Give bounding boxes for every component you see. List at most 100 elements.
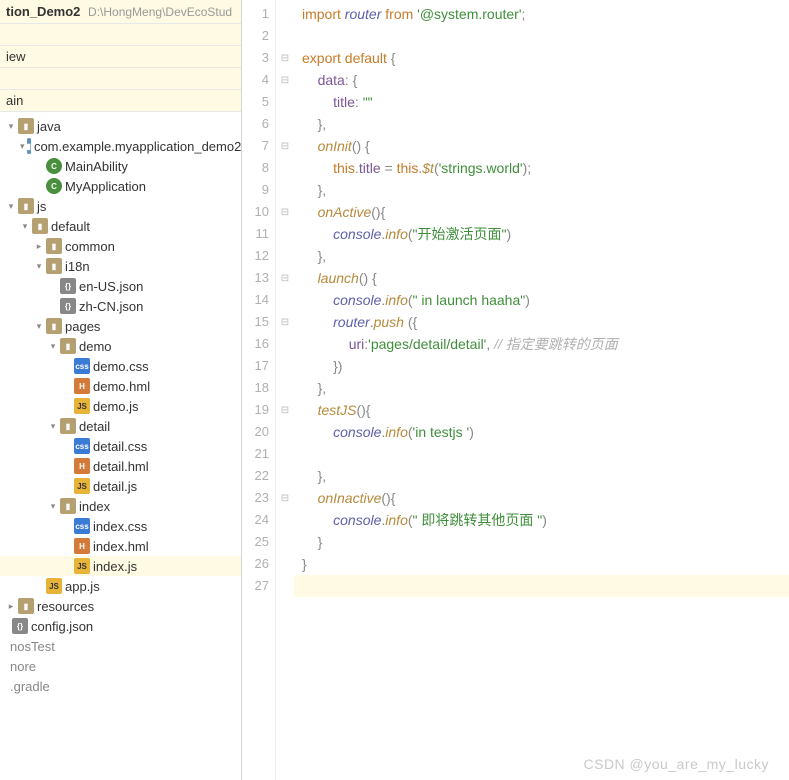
line-number: 13 [242,267,275,289]
code-line[interactable]: import router from '@system.router'; [294,3,789,25]
tree-node[interactable]: ▾▮js [0,196,241,216]
tree-node[interactable]: ▸▮resources [0,596,241,616]
tree-node[interactable]: nosTest [0,636,241,656]
tree-node[interactable]: .gradle [0,676,241,696]
tree-node[interactable]: Hdetail.hml [0,456,241,476]
chevron-down-icon[interactable]: ▾ [34,261,44,272]
tree-node-label: en-US.json [79,279,143,294]
tree-node[interactable]: ▾▮com.example.myapplication_demo2 [0,136,241,156]
tree-node[interactable]: ▾▮demo [0,336,241,356]
sidebar-section-row[interactable] [0,68,241,90]
tree-node-label: nore [10,659,36,674]
folder-icon: ▮ [32,218,48,234]
tree-node[interactable]: ▾▮detail [0,416,241,436]
code-line[interactable]: }, [294,245,789,267]
line-number: 15 [242,311,275,333]
fold-handle[interactable]: ⊟ [276,311,294,333]
code-line[interactable]: }) [294,355,789,377]
js-icon: JS [74,398,90,414]
tree-node-label: common [65,239,115,254]
fold-handle [276,157,294,179]
fold-handle[interactable]: ⊟ [276,487,294,509]
fold-handle[interactable]: ⊟ [276,69,294,91]
chevron-down-icon[interactable]: ▾ [20,221,30,232]
code-line[interactable]: onInit() { [294,135,789,157]
code-area[interactable]: import router from '@system.router'; expo… [294,0,789,780]
line-number: 10 [242,201,275,223]
fold-gutter[interactable]: ⊟⊟⊟⊟⊟⊟⊟⊟ [276,0,294,780]
tree-node[interactable]: cssdetail.css [0,436,241,456]
chevron-down-icon[interactable]: ▾ [20,141,25,152]
tree-node[interactable]: Hindex.hml [0,536,241,556]
code-line[interactable]: } [294,531,789,553]
tree-node[interactable]: {}en-US.json [0,276,241,296]
sidebar-section-row[interactable]: iew [0,46,241,68]
code-line[interactable]: launch() { [294,267,789,289]
tree-node[interactable]: {}config.json [0,616,241,636]
tree-node[interactable]: JSdetail.js [0,476,241,496]
code-line[interactable] [294,25,789,47]
code-line[interactable]: }, [294,113,789,135]
fold-handle[interactable]: ⊟ [276,201,294,223]
tree-node[interactable]: {}zh-CN.json [0,296,241,316]
sidebar-section-row[interactable] [0,24,241,46]
code-editor[interactable]: 1234567891011121314151617181920212223242… [242,0,789,780]
code-line[interactable]: }, [294,377,789,399]
code-line[interactable]: onActive(){ [294,201,789,223]
file-tree[interactable]: ▾▮java▾▮com.example.myapplication_demo2C… [0,112,241,780]
code-line[interactable]: console.info(" in launch haaha") [294,289,789,311]
code-line[interactable]: testJS(){ [294,399,789,421]
fold-handle[interactable]: ⊟ [276,267,294,289]
code-line[interactable]: }, [294,179,789,201]
fold-handle [276,531,294,553]
tree-node[interactable]: ▾▮java [0,116,241,136]
tree-node-label: js [37,199,46,214]
tree-node[interactable]: ▾▮pages [0,316,241,336]
hml-icon: H [74,538,90,554]
line-number: 2 [242,25,275,47]
tree-node[interactable]: ▾▮default [0,216,241,236]
code-line[interactable] [294,443,789,465]
code-line[interactable]: uri:'pages/detail/detail', // 指定要跳转的页面 [294,333,789,355]
tree-node[interactable]: CMyApplication [0,176,241,196]
tree-node[interactable]: ▾▮index [0,496,241,516]
chevron-down-icon[interactable]: ▾ [48,501,58,512]
c-icon: C [46,178,62,194]
code-line[interactable]: title: "" [294,91,789,113]
fold-handle[interactable]: ⊟ [276,47,294,69]
project-header[interactable]: tion_Demo2 D:\HongMeng\DevEcoStud [0,0,241,24]
line-number: 1 [242,3,275,25]
chevron-down-icon[interactable]: ▾ [6,121,16,132]
code-line[interactable]: data: { [294,69,789,91]
tree-node[interactable]: cssdemo.css [0,356,241,376]
code-line[interactable] [294,575,789,597]
chevron-down-icon[interactable]: ▾ [34,321,44,332]
tree-node[interactable]: ▾▮i18n [0,256,241,276]
tree-node[interactable]: nore [0,656,241,676]
tree-node[interactable]: ▸▮common [0,236,241,256]
tree-node[interactable]: JSapp.js [0,576,241,596]
sidebar-section-row[interactable]: ain [0,90,241,112]
tree-node[interactable]: cssindex.css [0,516,241,536]
fold-handle[interactable]: ⊟ [276,399,294,421]
code-line[interactable]: onInactive(){ [294,487,789,509]
code-line[interactable]: console.info("开始激活页面") [294,223,789,245]
tree-node[interactable]: JSdemo.js [0,396,241,416]
tree-node[interactable]: JSindex.js [0,556,241,576]
fold-handle[interactable]: ⊟ [276,135,294,157]
code-line[interactable]: }, [294,465,789,487]
chevron-down-icon[interactable]: ▾ [48,341,58,352]
tree-node[interactable]: CMainAbility [0,156,241,176]
code-line[interactable]: this.title = this.$t('strings.world'); [294,157,789,179]
fold-handle [276,223,294,245]
code-line[interactable]: console.info('in testjs ') [294,421,789,443]
tree-node[interactable]: Hdemo.hml [0,376,241,396]
chevron-right-icon[interactable]: ▸ [6,601,16,612]
code-line[interactable]: router.push ({ [294,311,789,333]
code-line[interactable]: console.info(" 即将跳转其他页面 ") [294,509,789,531]
chevron-down-icon[interactable]: ▾ [6,201,16,212]
chevron-down-icon[interactable]: ▾ [48,421,58,432]
code-line[interactable]: } [294,553,789,575]
code-line[interactable]: export default { [294,47,789,69]
chevron-right-icon[interactable]: ▸ [34,241,44,252]
